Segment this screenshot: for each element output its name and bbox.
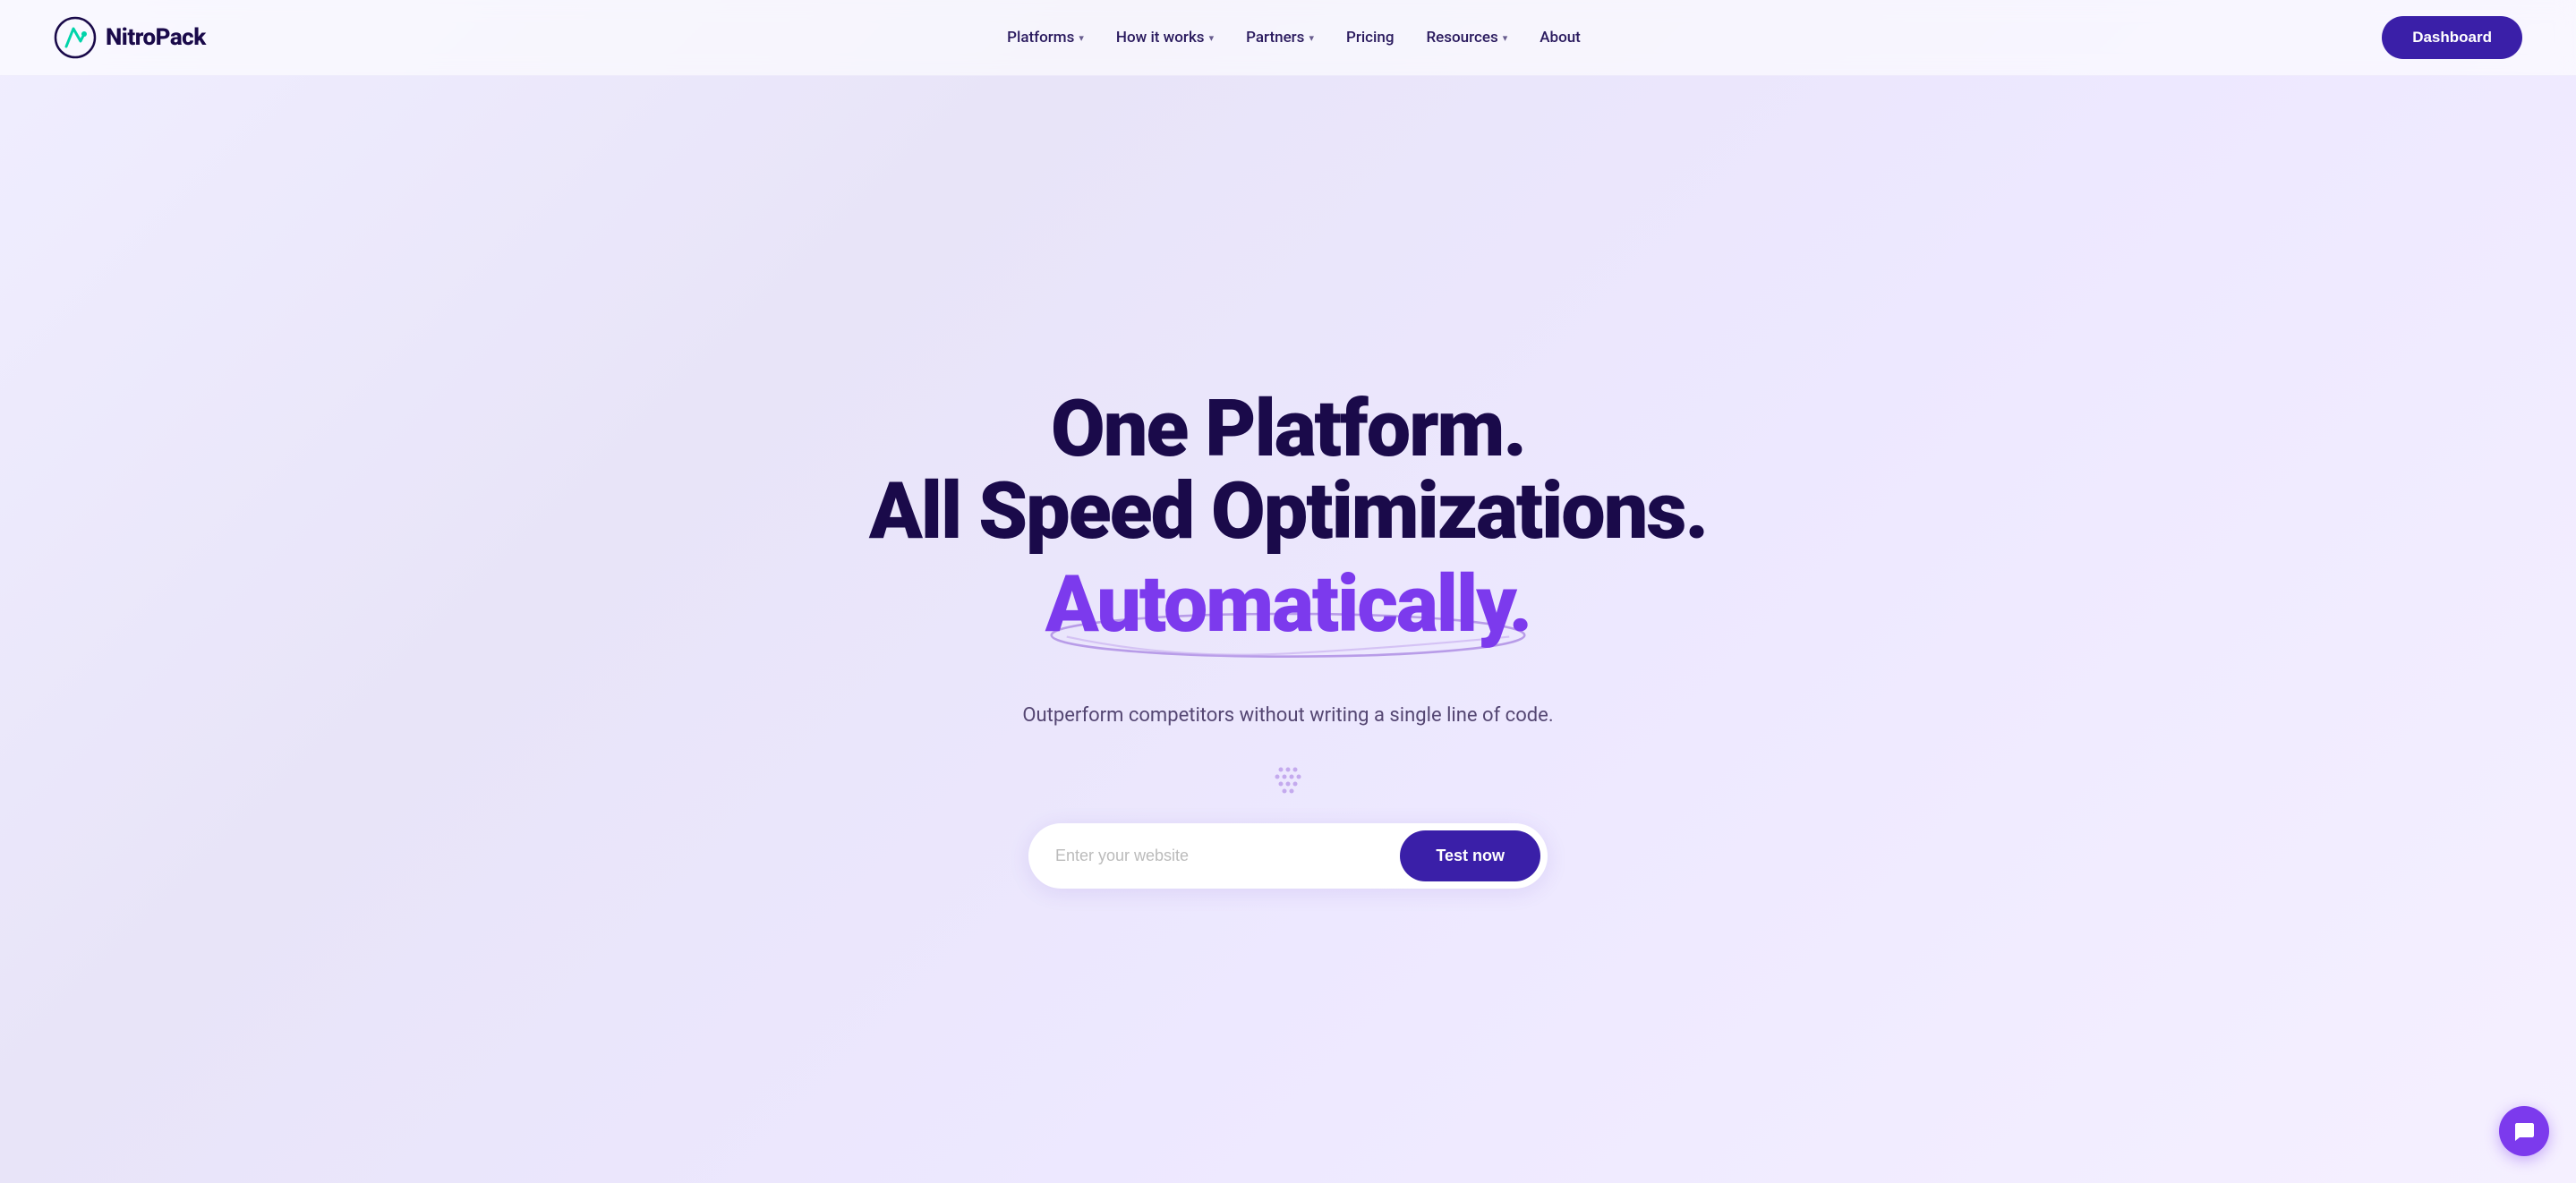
hero-title-line2: All Speed Optimizations. (869, 471, 1707, 553)
logo-icon (54, 16, 97, 59)
navbar: NitroPack Platforms ▾ How it works ▾ Par… (0, 0, 2576, 76)
brand-name: NitroPack (106, 24, 206, 51)
nav-link-pricing[interactable]: Pricing (1346, 29, 1395, 47)
nav-link-resources[interactable]: Resources ▾ (1426, 29, 1507, 47)
dashboard-button[interactable]: Dashboard (2382, 16, 2522, 59)
hero-auto-wrapper: Automatically. (1045, 562, 1531, 649)
chat-icon (2512, 1119, 2536, 1143)
chevron-down-icon: ▾ (1503, 32, 1508, 44)
website-input[interactable] (1055, 847, 1400, 865)
nav-item-how-it-works[interactable]: How it works ▾ (1116, 29, 1214, 47)
nav-item-resources[interactable]: Resources ▾ (1426, 29, 1507, 47)
nav-link-about[interactable]: About (1540, 29, 1581, 47)
hero-title-auto: Automatically. (1045, 562, 1531, 649)
chevron-down-icon: ▾ (1079, 32, 1084, 44)
nav-links: Platforms ▾ How it works ▾ Partners ▾ Pr… (1007, 29, 1581, 47)
logo-link[interactable]: NitroPack (54, 16, 206, 59)
nav-item-partners[interactable]: Partners ▾ (1246, 29, 1314, 47)
test-now-button[interactable]: Test now (1400, 830, 1540, 881)
nav-item-pricing[interactable]: Pricing (1346, 29, 1395, 47)
chat-bubble-button[interactable] (2499, 1106, 2549, 1156)
chevron-down-icon: ▾ (1309, 32, 1314, 44)
nav-link-how-it-works[interactable]: How it works ▾ (1116, 29, 1214, 47)
hero-section: One Platform. All Speed Optimizations. A… (0, 76, 2576, 1183)
nav-item-about[interactable]: About (1540, 29, 1581, 47)
website-input-bar: Test now (1028, 823, 1548, 889)
nav-link-partners[interactable]: Partners ▾ (1246, 29, 1314, 47)
nav-link-platforms[interactable]: Platforms ▾ (1007, 29, 1084, 47)
hero-subtitle: Outperform competitors without writing a… (1022, 704, 1553, 727)
dot-chevron-decoration (1261, 762, 1315, 802)
chevron-down-icon: ▾ (1209, 32, 1215, 44)
nav-item-platforms[interactable]: Platforms ▾ (1007, 29, 1084, 47)
hero-title-line1: One Platform. (1051, 388, 1525, 471)
